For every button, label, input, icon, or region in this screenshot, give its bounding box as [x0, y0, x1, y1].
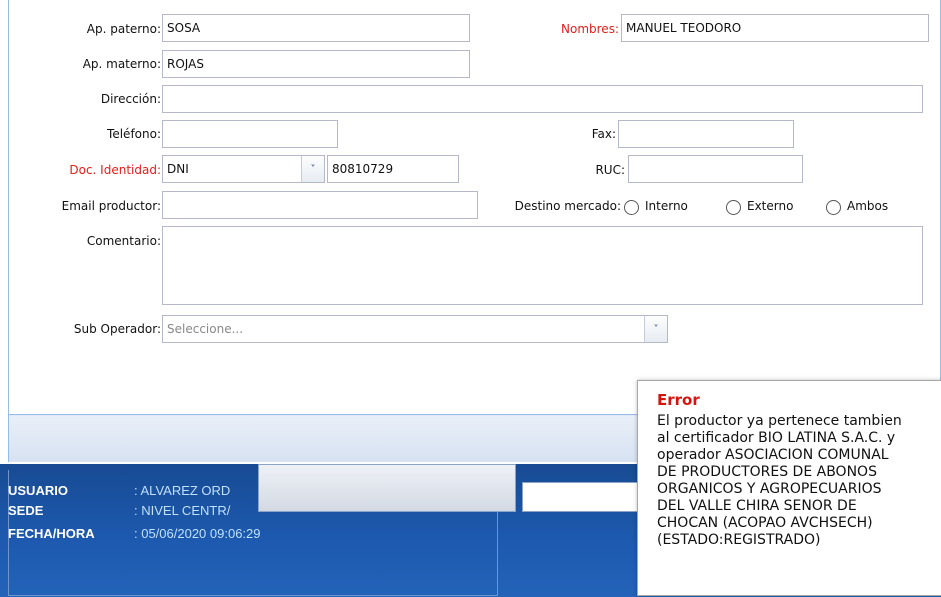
sede-value: : NIVEL CENTR/: [134, 503, 231, 518]
sub-operador-label: Sub Operador:: [73, 322, 161, 336]
overlay-input-fragment: [522, 482, 642, 512]
ruc-input[interactable]: [628, 155, 803, 183]
sub-operador-select[interactable]: Seleccione...: [162, 315, 645, 343]
chevron-down-icon: ˅: [653, 323, 659, 335]
sede-line: SEDE : NIVEL CENTR/: [8, 503, 230, 518]
comentario-textarea[interactable]: [162, 226, 923, 305]
usuario-key: USUARIO: [8, 483, 68, 498]
direccion-label: Dirección:: [100, 92, 161, 106]
direccion-input[interactable]: [162, 85, 923, 113]
overlay-window-fragment: [258, 464, 516, 512]
ap-paterno-label: Ap. paterno:: [86, 22, 161, 36]
fax-input[interactable]: [618, 120, 794, 148]
fecha-key: FECHA/HORA: [8, 526, 95, 541]
email-label: Email productor:: [61, 199, 161, 213]
error-title: Error: [657, 391, 700, 409]
ruc-label: RUC:: [595, 163, 625, 177]
chevron-down-icon: ˅: [310, 163, 316, 175]
sede-key: SEDE: [8, 503, 44, 518]
usuario-value: : ALVAREZ ORD: [134, 483, 231, 498]
ap-materno-label: Ap. materno:: [82, 57, 161, 71]
radio-ambos-label: Ambos: [847, 199, 889, 213]
form-body: Ap. paterno: SOSA Nombres: MANUEL TEODOR…: [9, 0, 940, 415]
radio-interno-label: Interno: [645, 199, 688, 213]
sub-operador-dropdown-trigger[interactable]: ˅: [644, 315, 668, 343]
error-tooltip: Error El productor ya pertenece tambien …: [637, 380, 941, 596]
ap-paterno-input[interactable]: SOSA: [162, 14, 470, 42]
ap-materno-input[interactable]: ROJAS: [162, 50, 470, 78]
destino-mercado-label: Destino mercado:: [514, 199, 621, 213]
error-message: El productor ya pertenece tambien al cer…: [657, 413, 902, 548]
telefono-label: Teléfono:: [107, 127, 161, 141]
radio-externo-label: Externo: [747, 199, 794, 213]
email-input[interactable]: [162, 191, 478, 219]
fax-label: Fax:: [591, 127, 616, 141]
comentario-label: Comentario:: [86, 234, 161, 248]
doc-type-select[interactable]: DNI: [162, 155, 302, 183]
fecha-value: : 05/06/2020 09:06:29: [134, 526, 261, 541]
doc-type-dropdown-trigger[interactable]: ˅: [301, 155, 325, 183]
telefono-input[interactable]: [162, 120, 338, 148]
doc-number-input[interactable]: 80810729: [327, 155, 459, 183]
radio-externo[interactable]: [726, 200, 741, 215]
nombres-input[interactable]: MANUEL TEODORO: [621, 14, 929, 42]
doc-identidad-label: Doc. Identidad:: [69, 163, 161, 177]
radio-interno[interactable]: [624, 200, 639, 215]
fecha-line: FECHA/HORA : 05/06/2020 09:06:29: [8, 526, 261, 541]
usuario-line: USUARIO : ALVAREZ ORD: [8, 483, 230, 498]
radio-ambos[interactable]: [826, 200, 841, 215]
nombres-label: Nombres:: [561, 22, 619, 36]
